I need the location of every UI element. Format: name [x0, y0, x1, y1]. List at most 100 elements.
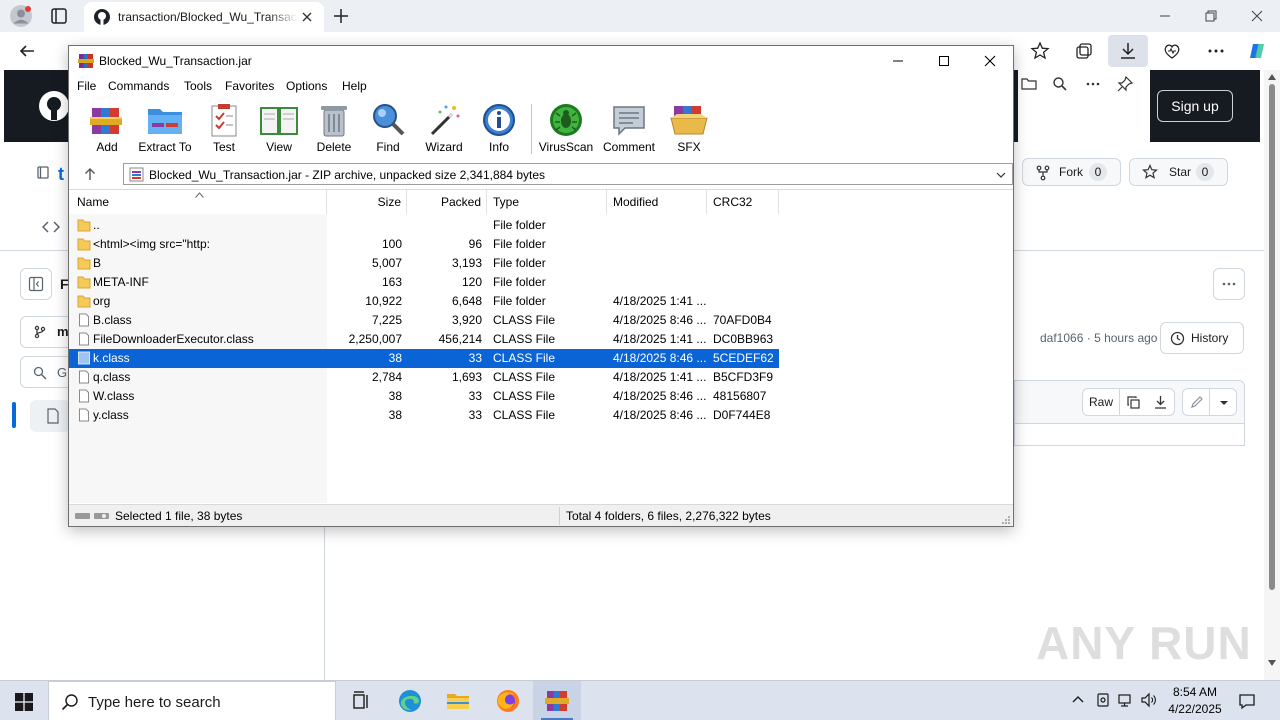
browser-tab[interactable]: transaction/Blocked_Wu_Transaction	[84, 2, 324, 32]
column-name-header[interactable]: Name	[69, 190, 327, 214]
menu-help[interactable]: Help	[342, 79, 367, 93]
new-tab-icon[interactable]	[332, 7, 350, 25]
download-raw-button[interactable]	[1147, 388, 1175, 416]
back-icon[interactable]	[18, 42, 36, 60]
delete-button[interactable]: Delete	[306, 102, 362, 156]
sign-up-button[interactable]: Sign up	[1157, 90, 1233, 122]
start-button[interactable]	[0, 681, 48, 720]
raw-button[interactable]: Raw	[1082, 388, 1120, 416]
file-row[interactable]: q.class 2,784 1,693 CLASS File 4/18/2025 1:4…	[69, 368, 779, 387]
winrar-minimize-icon[interactable]	[891, 54, 905, 68]
resize-grip-icon[interactable]	[1001, 515, 1011, 525]
winrar-file-list[interactable]: Name Size Packed Type Modified CRC32 .. F…	[69, 189, 1013, 503]
folder-icon[interactable]	[1021, 76, 1037, 92]
show-hidden-icons-icon[interactable]	[1070, 692, 1086, 708]
extract-to-button[interactable]: Extract To	[137, 102, 193, 156]
favorites-icon[interactable]	[1030, 41, 1050, 61]
page-scrollbar[interactable]	[1264, 70, 1280, 680]
file-row[interactable]: B.class 7,225 3,920 CLASS File 4/18/2025 8:4…	[69, 311, 779, 330]
code-icon[interactable]	[42, 220, 60, 234]
file-row[interactable]: FileDownloaderExecutor.class 2,250,007 456…	[69, 330, 779, 349]
fork-button[interactable]: Fork 0	[1022, 158, 1121, 186]
network-icon[interactable]	[1118, 692, 1134, 708]
more-icon[interactable]	[1085, 76, 1101, 92]
edit-button[interactable]	[1182, 388, 1210, 416]
sidebar-toggle-button[interactable]	[20, 268, 52, 300]
file-row[interactable]: y.class 38 33 CLASS File 4/18/2025 8:46 ... D…	[69, 406, 779, 425]
taskbar-search-box[interactable]: Type here to search	[48, 681, 336, 720]
find-button[interactable]: Find	[360, 102, 416, 156]
wizard-button[interactable]: Wizard	[416, 102, 472, 156]
window-restore-icon[interactable]	[1204, 9, 1218, 23]
taskbar-winrar[interactable]	[533, 681, 581, 720]
winrar-titlebar[interactable]: Blocked_Wu_Transaction.jar	[69, 46, 1013, 76]
scroll-down-icon[interactable]	[1268, 660, 1276, 666]
column-crc32-header[interactable]: CRC32	[707, 190, 779, 214]
copy-raw-button[interactable]	[1120, 388, 1148, 416]
taskbar-file-explorer[interactable]	[434, 681, 482, 720]
menu-favorites[interactable]: Favorites	[225, 79, 274, 93]
cell-crc: B5CFD3F9	[713, 370, 774, 384]
window-close-icon[interactable]	[1250, 9, 1264, 23]
star-button[interactable]: Star 0	[1129, 158, 1228, 186]
test-button[interactable]: Test	[196, 102, 252, 156]
folder-row[interactable]: .. File folder	[69, 216, 779, 235]
browser-essentials-icon[interactable]	[1162, 41, 1182, 61]
collections-icon[interactable]	[1074, 41, 1094, 61]
column-packed-header[interactable]: Packed	[407, 190, 487, 214]
search-icon[interactable]	[1052, 76, 1068, 92]
profile-icon[interactable]	[10, 5, 32, 27]
archive-path-field[interactable]: Blocked_Wu_Transaction.jar - ZIP archive…	[123, 163, 1013, 185]
chevron-down-icon[interactable]	[996, 170, 1006, 180]
file-tree-item[interactable]	[30, 400, 70, 432]
taskbar-firefox[interactable]	[484, 681, 532, 720]
notifications-icon[interactable]	[1238, 692, 1256, 710]
up-folder-icon[interactable]	[83, 167, 97, 181]
settings-more-icon[interactable]	[1206, 41, 1226, 61]
add-label: Add	[96, 140, 118, 154]
defender-icon[interactable]	[1095, 692, 1111, 708]
file-row[interactable]: W.class 38 33 CLASS File 4/18/2025 8:46 ... 4…	[69, 387, 779, 406]
drive-status-icon[interactable]	[75, 511, 111, 521]
folder-row[interactable]: META-INF 163 120 File folder	[69, 273, 779, 292]
column-type-header[interactable]: Type	[487, 190, 607, 214]
taskbar-edge[interactable]	[386, 681, 434, 720]
tab-close-icon[interactable]	[300, 10, 314, 24]
menu-tools[interactable]: Tools	[184, 79, 212, 93]
menu-commands[interactable]: Commands	[108, 79, 169, 93]
github-logo-icon[interactable]	[38, 90, 70, 122]
edge-icon	[399, 690, 421, 712]
task-view-button[interactable]	[336, 681, 384, 720]
downloads-button[interactable]	[1108, 35, 1148, 67]
winrar-maximize-icon[interactable]	[937, 54, 951, 68]
menu-options[interactable]: Options	[286, 79, 327, 93]
window-minimize-icon[interactable]	[1158, 9, 1172, 23]
pin-icon[interactable]	[1117, 76, 1133, 92]
file-row[interactable]: k.class 38 33 CLASS File 4/18/2025 8:46 ... 5…	[69, 349, 779, 368]
taskbar-clock[interactable]: 8:54 AM 4/22/2025	[1155, 684, 1235, 718]
menu-file[interactable]: File	[77, 79, 96, 93]
comment-button[interactable]: Comment	[601, 102, 657, 156]
tab-actions-icon[interactable]	[50, 7, 68, 25]
folder-row[interactable]: org 10,922 6,648 File folder 4/18/2025 1:41 …	[69, 292, 779, 311]
info-button[interactable]: Info	[471, 102, 527, 156]
edit-dropdown-button[interactable]	[1209, 388, 1237, 416]
cell-size: 100	[381, 237, 402, 251]
commit-author[interactable]: daf1066	[1040, 331, 1083, 345]
more-options-button[interactable]	[1213, 268, 1245, 300]
column-modified-header[interactable]: Modified	[607, 190, 707, 214]
add-button[interactable]: Add	[79, 102, 135, 156]
virusscan-button[interactable]: VirusScan	[538, 102, 594, 156]
winrar-close-icon[interactable]	[983, 54, 997, 68]
folder-row[interactable]: <html><img src="http: 100 96 File folder	[69, 235, 779, 254]
history-button[interactable]: History	[1160, 322, 1244, 354]
view-button[interactable]: View	[251, 102, 307, 156]
folder-row[interactable]: B 5,007 3,193 File folder	[69, 254, 779, 273]
cell-type: File folder	[493, 294, 546, 308]
sfx-button[interactable]: SFX	[661, 102, 717, 156]
scrollbar-thumb[interactable]	[1269, 84, 1275, 590]
column-size-header[interactable]: Size	[327, 190, 407, 214]
repo-name[interactable]: t	[58, 164, 64, 185]
scroll-up-icon[interactable]	[1268, 74, 1276, 80]
copilot-icon[interactable]	[1247, 41, 1267, 61]
